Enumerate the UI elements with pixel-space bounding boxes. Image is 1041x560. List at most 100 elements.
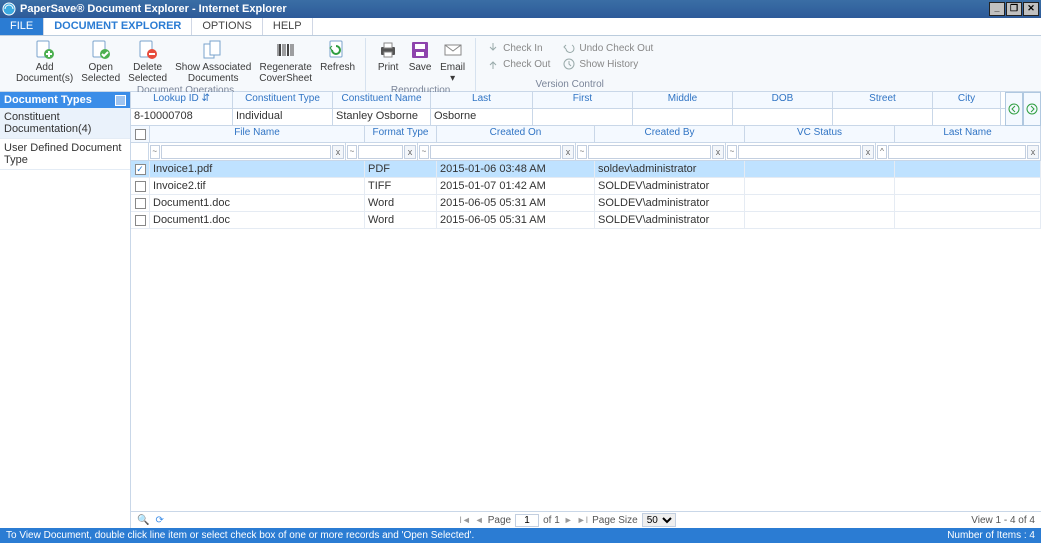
row-checkbox[interactable] <box>135 215 146 226</box>
refresh-button[interactable]: Refresh <box>316 38 359 85</box>
col-last-name[interactable]: Last Name <box>895 126 1041 142</box>
col-format-type[interactable]: Format Type <box>365 126 437 142</box>
tab-file[interactable]: FILE <box>0 18 44 35</box>
pager-size-select[interactable]: 50 <box>642 513 676 527</box>
filter-ftype-input[interactable] <box>358 145 403 159</box>
minimize-button[interactable]: _ <box>989 2 1005 16</box>
grid-filter-row: ~x ~x ~x ~x ~x ^x <box>131 143 1041 161</box>
cell-file-name: Document1.doc <box>150 212 365 228</box>
cell-format-type: TIFF <box>365 178 437 194</box>
tab-document-explorer[interactable]: DOCUMENT EXPLORER <box>44 18 192 35</box>
filter-lname-input[interactable] <box>888 145 1026 159</box>
checkout-button[interactable]: Check Out <box>482 56 554 72</box>
filter-cby-clear[interactable]: x <box>712 145 724 159</box>
constituent-lookup-row[interactable]: 8-10000708 Individual Stanley Osborne Os… <box>131 109 1005 126</box>
collapse-panel-button[interactable] <box>115 95 126 106</box>
filter-op-vc[interactable]: ~ <box>727 145 737 159</box>
delete-selected-button[interactable]: Delete Selected <box>124 38 171 85</box>
cell-vc-status <box>745 212 895 228</box>
show-associated-button[interactable]: Show Associated Documents <box>171 38 255 85</box>
print-icon <box>376 39 400 61</box>
col-street[interactable]: Street <box>833 92 933 108</box>
ribbon-group-version-control: Check In Check Out Undo Check Out Show H… <box>476 38 663 91</box>
save-button[interactable]: Save <box>404 38 436 85</box>
cell-last-name <box>895 195 1041 211</box>
filter-op-created[interactable]: ~ <box>419 145 429 159</box>
open-selected-button[interactable]: Open Selected <box>77 38 124 85</box>
filter-op-fname[interactable]: ~ <box>150 145 160 159</box>
next-record-button[interactable] <box>1023 92 1041 126</box>
find-icon[interactable]: 🔍 <box>137 515 149 526</box>
prev-record-button[interactable] <box>1005 92 1023 126</box>
filter-cby-input[interactable] <box>588 145 711 159</box>
filter-vc-input[interactable] <box>738 145 861 159</box>
pager-next[interactable]: ► <box>564 515 573 525</box>
col-last[interactable]: Last <box>431 92 533 108</box>
table-row[interactable]: Document1.docWord2015-06-05 05:31 AMSOLD… <box>131 195 1041 212</box>
pager-last[interactable]: ►I <box>577 515 588 525</box>
row-checkbox[interactable] <box>135 164 146 175</box>
cell-file-name: Invoice2.tif <box>150 178 365 194</box>
filter-fname-input[interactable] <box>161 145 331 159</box>
filter-fname-clear[interactable]: x <box>332 145 344 159</box>
undo-checkout-button[interactable]: Undo Check Out <box>558 40 657 56</box>
pager-page-input[interactable] <box>515 514 539 527</box>
add-documents-button[interactable]: Add Document(s) <box>12 38 77 85</box>
filter-op-lname[interactable]: ^ <box>877 145 887 159</box>
col-file-name[interactable]: File Name <box>150 126 365 142</box>
filter-op-ftype[interactable]: ~ <box>347 145 357 159</box>
close-button[interactable]: ✕ <box>1023 2 1039 16</box>
tab-options[interactable]: OPTIONS <box>192 18 263 35</box>
show-history-button[interactable]: Show History <box>558 56 657 72</box>
col-vc-status[interactable]: VC Status <box>745 126 895 142</box>
content-panel: Lookup ID ⇵ Constituent Type Constituent… <box>131 92 1041 528</box>
refresh-grid-icon[interactable]: ⟳ <box>155 515 163 526</box>
print-button[interactable]: Print <box>372 38 404 85</box>
col-city[interactable]: City <box>933 92 1001 108</box>
table-row[interactable]: Invoice2.tifTIFF2015-01-07 01:42 AMSOLDE… <box>131 178 1041 195</box>
email-button[interactable]: Email ▾ <box>436 38 469 85</box>
constituent-lookup-header: Lookup ID ⇵ Constituent Type Constituent… <box>131 92 1005 109</box>
filter-created-clear[interactable]: x <box>562 145 574 159</box>
status-bar: To View Document, double click line item… <box>0 528 1041 543</box>
barcode-icon <box>274 39 298 61</box>
col-middle[interactable]: Middle <box>633 92 733 108</box>
row-checkbox[interactable] <box>135 181 146 192</box>
tab-help[interactable]: HELP <box>263 18 313 35</box>
doctype-constituent-documentation[interactable]: Constituent Documentation(4) <box>0 108 130 139</box>
col-constituent-type[interactable]: Constituent Type <box>233 92 333 108</box>
refresh-icon <box>326 39 350 61</box>
col-first[interactable]: First <box>533 92 633 108</box>
filter-ftype-clear[interactable]: x <box>404 145 416 159</box>
filter-vc-clear[interactable]: x <box>862 145 874 159</box>
col-dob[interactable]: DOB <box>733 92 833 108</box>
col-created-by[interactable]: Created By <box>595 126 745 142</box>
checkin-button[interactable]: Check In <box>482 40 554 56</box>
pager: 🔍 ⟳ I◄ ◄ Page of 1 ► ►I Page Size 50 Vie… <box>131 511 1041 528</box>
table-row[interactable]: Invoice1.pdfPDF2015-01-06 03:48 AMsoldev… <box>131 161 1041 178</box>
col-lookup-id[interactable]: Lookup ID ⇵ <box>131 92 233 108</box>
filter-created-input[interactable] <box>430 145 561 159</box>
doctype-user-defined[interactable]: User Defined Document Type <box>0 139 130 170</box>
row-checkbox[interactable] <box>135 198 146 209</box>
pager-prev[interactable]: ◄ <box>475 515 484 525</box>
ribbon: Add Document(s) Open Selected Delete Sel… <box>0 36 1041 92</box>
maximize-button[interactable]: ❐ <box>1006 2 1022 16</box>
cell-created-by: soldev\administrator <box>595 161 745 177</box>
ribbon-group-vc-title: Version Control <box>536 79 604 91</box>
delete-selected-icon <box>136 39 160 61</box>
table-row[interactable]: Document1.docWord2015-06-05 05:31 AMSOLD… <box>131 212 1041 229</box>
cell-created-on: 2015-06-05 05:31 AM <box>437 195 595 211</box>
regenerate-coversheet-button[interactable]: Regenerate CoverSheet <box>255 38 316 85</box>
pager-first[interactable]: I◄ <box>459 515 470 525</box>
select-all-checkbox[interactable] <box>135 129 146 140</box>
status-count: Number of Items : 4 <box>947 530 1035 541</box>
col-constituent-name[interactable]: Constituent Name <box>333 92 431 108</box>
cell-created-on: 2015-01-06 03:48 AM <box>437 161 595 177</box>
filter-op-cby[interactable]: ~ <box>577 145 587 159</box>
col-created-on[interactable]: Created On <box>437 126 595 142</box>
grid-body: Invoice1.pdfPDF2015-01-06 03:48 AMsoldev… <box>131 161 1041 511</box>
show-associated-icon <box>201 39 225 61</box>
filter-lname-clear[interactable]: x <box>1027 145 1039 159</box>
ribbon-group-reproduction: Print Save Email ▾ Reproduction <box>366 38 476 91</box>
